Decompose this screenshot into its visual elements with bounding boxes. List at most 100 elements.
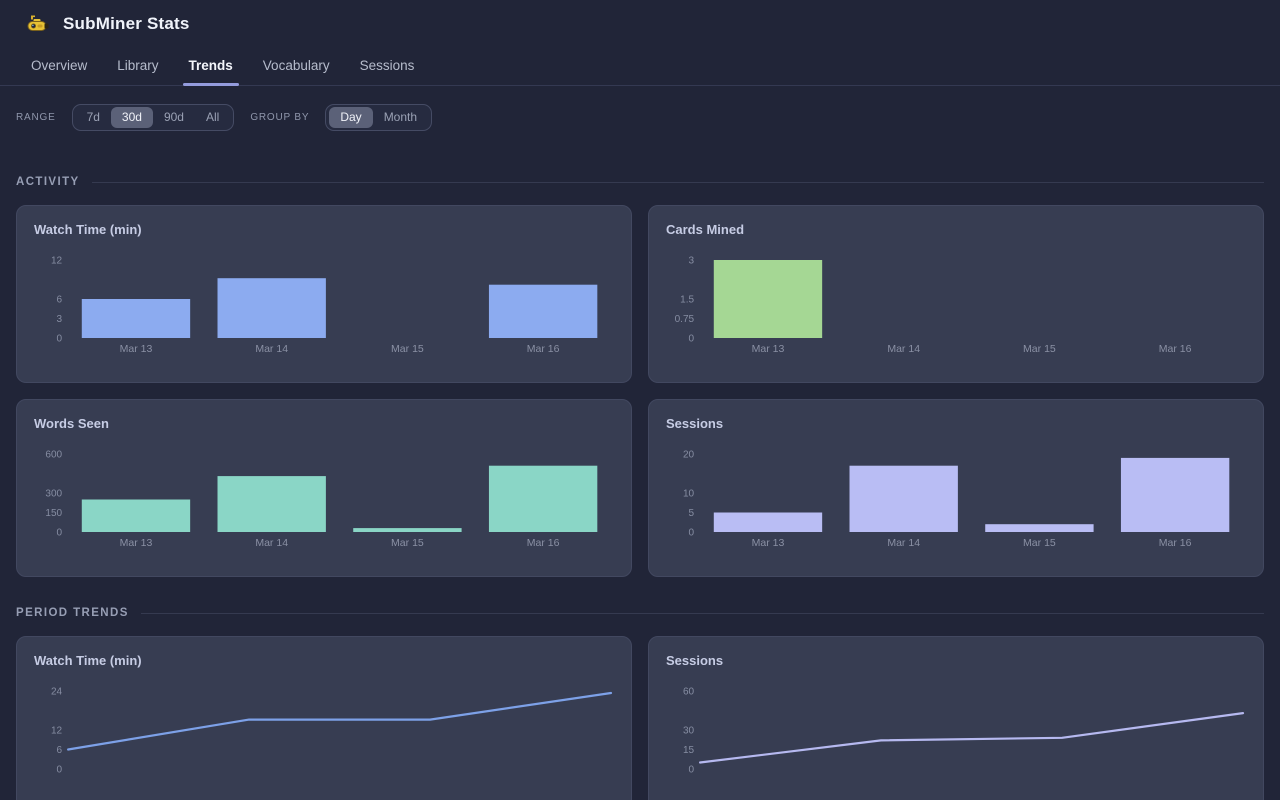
x-axis-label: Mar 14 [255,537,288,549]
line-chart: 0 6 12 24 [34,677,615,789]
bar [82,500,190,533]
tab-bar: Overview Library Trends Vocabulary Sessi… [0,40,1280,86]
range-option-7d[interactable]: 7d [76,107,111,128]
x-axis-label: Mar 15 [1023,343,1056,355]
y-axis-tick: 24 [51,687,63,698]
group-by-label: GROUP BY [250,112,309,123]
chart-title: Words Seen [34,416,615,431]
bar-chart: 0 150 300 600 Mar 13 Mar 14 Mar 15 Mar 16 [34,440,615,552]
trend-line [68,693,611,750]
bar-chart: 0 5 10 20 Mar 13 Mar 14 Mar 15 Mar 16 [666,440,1247,552]
x-axis-label: Mar 15 [391,537,424,549]
y-axis-tick: 5 [689,508,695,519]
y-axis-tick: 60 [683,687,695,698]
x-axis-label: Mar 14 [887,343,920,355]
activity-chart-grid: Watch Time (min) 0 3 6 12 Mar 13 Mar 14 Mar 15 M… [16,205,1264,577]
chart-card: Watch Time (min) 0 6 12 24 [16,636,632,800]
x-axis-label: Mar 16 [527,343,560,355]
section-period-trends: PERIOD TRENDS Watch Time (min) 0 6 12 24 Sess… [16,607,1264,800]
bar [353,528,461,532]
trend-line [700,713,1243,762]
app-header: SubMiner Stats [0,0,1280,40]
y-axis-tick: 30 [683,726,695,737]
period-trends-chart-grid: Watch Time (min) 0 6 12 24 Sessions 0 15 30 60 [16,636,1264,800]
range-label: RANGE [16,112,56,123]
y-axis-tick: 6 [57,295,63,306]
bar [489,466,597,532]
bar [489,285,597,338]
group-option-day[interactable]: Day [329,107,372,128]
section-divider [92,182,1264,183]
x-axis-label: Mar 16 [1159,343,1192,355]
tab-trends[interactable]: Trends [183,50,239,85]
x-axis-label: Mar 14 [255,343,288,355]
y-axis-tick: 10 [683,489,695,500]
filter-controls: RANGE 7d 30d 90d All GROUP BY Day Month [0,86,1280,131]
y-axis-tick: 0 [689,765,695,776]
y-axis-tick: 0 [57,765,63,776]
chart-card: Sessions 0 15 30 60 [648,636,1264,800]
x-axis-label: Mar 16 [527,537,560,549]
y-axis-tick: 0 [689,528,695,539]
bar [714,513,822,533]
y-axis-tick: 1.5 [680,295,694,306]
range-segmented-control: 7d 30d 90d All [72,104,235,131]
y-axis-tick: 0 [57,528,63,539]
bar [218,278,326,338]
y-axis-tick: 12 [51,726,63,737]
app-title: SubMiner Stats [63,14,190,34]
chart-card: Cards Mined 0 0.75 1.5 3 Mar 13 Mar 14 Mar 15 Ma… [648,205,1264,383]
y-axis-tick: 15 [683,745,695,756]
line-chart: 0 15 30 60 [666,677,1247,789]
section-activity: ACTIVITY Watch Time (min) 0 3 6 12 Mar 13 Mar … [16,176,1264,577]
chart-title: Cards Mined [666,222,1247,237]
y-axis-tick: 20 [683,450,695,461]
chart-card: Words Seen 0 150 300 600 Mar 13 Mar 14 Mar 15 Ma… [16,399,632,577]
y-axis-tick: 0.75 [675,314,695,325]
tab-sessions[interactable]: Sessions [354,50,421,85]
tab-overview[interactable]: Overview [25,50,93,85]
y-axis-tick: 600 [45,450,62,461]
x-axis-label: Mar 13 [120,343,153,355]
chart-title: Watch Time (min) [34,653,615,668]
y-axis-tick: 12 [51,256,63,267]
y-axis-tick: 3 [689,256,695,267]
bar [985,524,1093,532]
chart-card: Watch Time (min) 0 3 6 12 Mar 13 Mar 14 Mar 15 M… [16,205,632,383]
section-title-period-trends: PERIOD TRENDS [16,607,129,619]
bar [714,260,822,338]
x-axis-label: Mar 16 [1159,537,1192,549]
x-axis-label: Mar 15 [1023,537,1056,549]
tab-vocabulary[interactable]: Vocabulary [257,50,336,85]
bar [1121,458,1229,532]
y-axis-tick: 3 [57,314,63,325]
bar [82,299,190,338]
chart-title: Sessions [666,653,1247,668]
submarine-icon [27,15,49,33]
y-axis-tick: 300 [45,489,62,500]
range-option-all[interactable]: All [195,107,230,128]
group-option-month[interactable]: Month [373,107,428,128]
range-option-30d[interactable]: 30d [111,107,153,128]
bar-chart: 0 3 6 12 Mar 13 Mar 14 Mar 15 Mar 16 [34,246,615,358]
range-option-90d[interactable]: 90d [153,107,195,128]
chart-title: Sessions [666,416,1247,431]
section-divider [141,613,1264,614]
x-axis-label: Mar 13 [120,537,153,549]
chart-title: Watch Time (min) [34,222,615,237]
bar-chart: 0 0.75 1.5 3 Mar 13 Mar 14 Mar 15 Mar 16 [666,246,1247,358]
tab-library[interactable]: Library [111,50,164,85]
chart-card: Sessions 0 5 10 20 Mar 13 Mar 14 Mar 15 Mar 16 [648,399,1264,577]
x-axis-label: Mar 13 [752,537,785,549]
y-axis-tick: 6 [57,745,63,756]
y-axis-tick: 0 [57,334,63,345]
group-by-segmented-control: Day Month [325,104,432,131]
bar [850,466,958,532]
x-axis-label: Mar 14 [887,537,920,549]
x-axis-label: Mar 13 [752,343,785,355]
x-axis-label: Mar 15 [391,343,424,355]
y-axis-tick: 0 [689,334,695,345]
section-title-activity: ACTIVITY [16,176,80,188]
bar [218,476,326,532]
y-axis-tick: 150 [45,508,62,519]
